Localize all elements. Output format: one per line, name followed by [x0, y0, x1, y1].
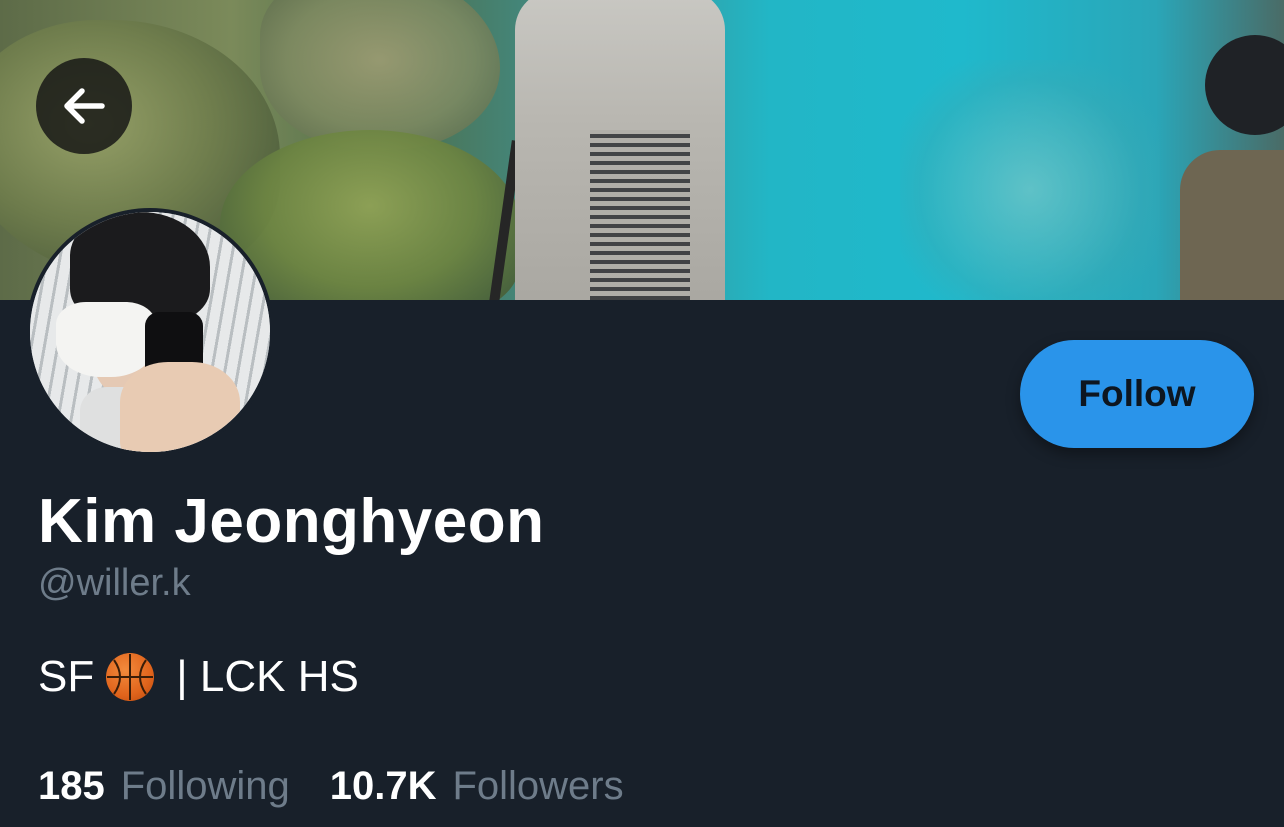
profile-handle: @willer.k [38, 562, 191, 604]
arrow-left-icon [64, 88, 105, 124]
follow-button[interactable]: Follow [1020, 340, 1254, 448]
followers-label: Followers [452, 764, 624, 808]
bio-prefix: SF [38, 652, 95, 701]
banner-person [1180, 150, 1284, 300]
following-count: 185 [38, 764, 105, 808]
avatar-mask [56, 302, 156, 377]
banner-rock [260, 0, 500, 150]
basketball-icon [106, 653, 155, 701]
following-link[interactable]: 185 Following [38, 764, 290, 809]
bio-suffix: | LCK HS [176, 652, 359, 701]
profile-bio: SF | LCK HS [38, 652, 359, 702]
profile-name: Kim Jeonghyeon [38, 487, 545, 556]
back-button[interactable] [36, 58, 132, 154]
following-label: Following [120, 764, 290, 808]
followers-count: 10.7K [329, 764, 437, 808]
followers-link[interactable]: 10.7K Followers [330, 764, 624, 809]
avatar[interactable] [30, 212, 270, 452]
profile-stats: 185 Following 10.7K Followers [38, 764, 624, 809]
banner-shirt-print [590, 130, 690, 300]
avatar-hand [120, 362, 240, 452]
banner-person-head [1205, 35, 1284, 135]
banner-reef [900, 60, 1160, 300]
